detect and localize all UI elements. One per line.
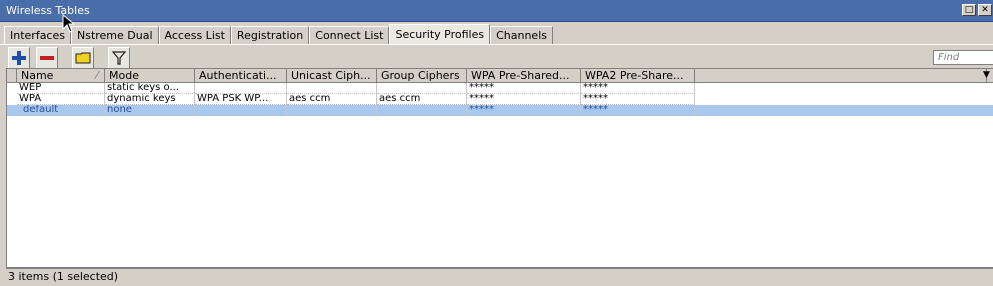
cell-group-ciphers	[377, 105, 467, 116]
tab-registration[interactable]: Registration	[230, 26, 310, 44]
tab-connect-list[interactable]: Connect List	[309, 26, 390, 44]
cell-wpa2-pre-shared: *****	[581, 105, 695, 116]
mouse-cursor-icon	[62, 14, 76, 33]
add-button[interactable]	[8, 47, 30, 69]
cell-name: default	[17, 105, 105, 116]
remove-button[interactable]	[36, 47, 58, 69]
cell-wpa2-pre-shared: *****	[581, 83, 695, 94]
column-header-unicast-ciphers[interactable]: Unicast Ciph...	[287, 69, 377, 83]
status-text: 3 items (1 selected)	[8, 270, 119, 283]
filter-icon	[111, 51, 127, 65]
table-header: Name ⁄ Mode Authenticati... Unicast Ciph.…	[7, 69, 993, 83]
cell-group-ciphers	[377, 83, 467, 94]
maximize-icon[interactable]: □	[962, 4, 976, 16]
column-header-name[interactable]: Name ⁄	[17, 69, 105, 83]
column-header-wpa-pre-shared[interactable]: WPA Pre-Shared...	[467, 69, 581, 83]
cell-group-ciphers: aes ccm	[377, 94, 467, 105]
header-marker-column	[7, 69, 17, 83]
tab-nstreme-dual[interactable]: Nstreme Dual	[70, 26, 159, 44]
column-header-authentication[interactable]: Authenticati...	[195, 69, 287, 83]
tab-access-list[interactable]: Access List	[158, 26, 231, 44]
find-input[interactable]: Find	[933, 50, 993, 65]
tab-security-profiles[interactable]: Security Profiles	[389, 24, 491, 44]
window-titlebar: Wireless Tables □ ✕	[0, 0, 993, 22]
table-row[interactable]: WPA dynamic keys WPA PSK WP... aes ccm a…	[7, 94, 993, 105]
columns-menu-icon[interactable]: ▼	[979, 69, 993, 83]
cell-name: WEP	[17, 83, 105, 94]
column-header-group-ciphers[interactable]: Group Ciphers	[377, 69, 467, 83]
cell-unicast-ciphers	[287, 105, 377, 116]
cell-wpa-pre-shared: *****	[467, 83, 581, 94]
filter-button[interactable]	[108, 47, 130, 69]
cell-mode: dynamic keys	[105, 94, 195, 105]
cell-wpa2-pre-shared: *****	[581, 94, 695, 105]
cell-authentication	[195, 83, 287, 94]
column-header-filler	[695, 69, 987, 83]
tab-interfaces[interactable]: Interfaces	[4, 26, 71, 44]
table-row[interactable]: WEP static keys o... ***** *****	[7, 83, 993, 94]
cell-wpa-pre-shared: *****	[467, 94, 581, 105]
tab-bar: Interfaces Nstreme Dual Access List Regi…	[4, 24, 553, 44]
cell-authentication: WPA PSK WP...	[195, 94, 287, 105]
security-profiles-table: Name ⁄ Mode Authenticati... Unicast Ciph.…	[6, 68, 993, 268]
close-icon[interactable]: ✕	[978, 4, 992, 16]
comment-icon	[75, 52, 91, 64]
cell-authentication	[195, 105, 287, 116]
cell-mode: static keys o...	[105, 83, 195, 94]
column-header-wpa2-pre-shared[interactable]: WPA2 Pre-Share...	[581, 69, 695, 83]
cell-wpa-pre-shared: *****	[467, 105, 581, 116]
cell-unicast-ciphers: aes ccm	[287, 94, 377, 105]
toolbar: Find	[0, 44, 993, 71]
status-bar: 3 items (1 selected)	[6, 268, 993, 286]
cell-name: WPA	[17, 94, 105, 105]
sort-ascending-icon: ⁄	[96, 69, 98, 82]
comment-button[interactable]	[72, 47, 94, 69]
cell-mode: none	[105, 105, 195, 116]
cell-unicast-ciphers	[287, 83, 377, 94]
table-row-selected[interactable]: default none ***** *****	[7, 105, 993, 116]
minus-icon	[40, 56, 54, 60]
plus-icon	[12, 51, 26, 65]
window-title: Wireless Tables	[6, 4, 90, 17]
tab-channels[interactable]: Channels	[490, 26, 553, 44]
column-header-mode[interactable]: Mode	[105, 69, 195, 83]
